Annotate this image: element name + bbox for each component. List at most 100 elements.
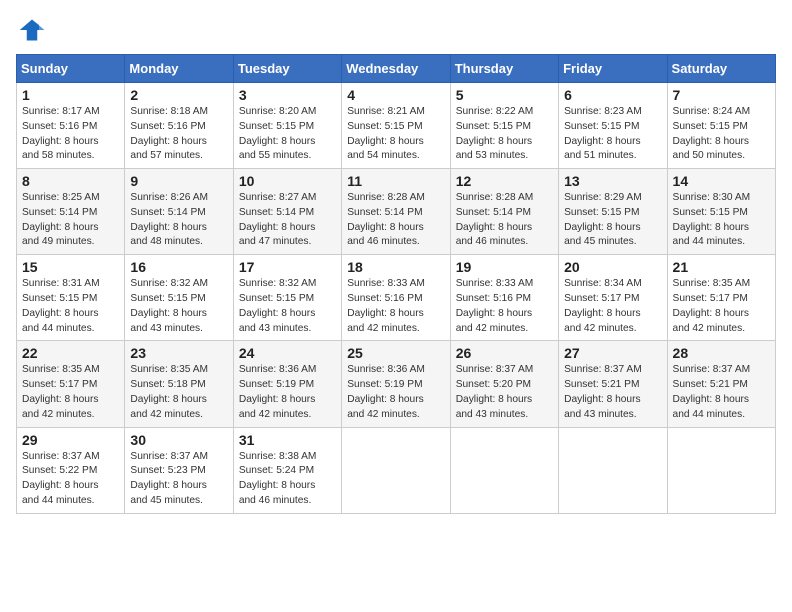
calendar-week-row: 22Sunrise: 8:35 AM Sunset: 5:17 PM Dayli… xyxy=(17,341,776,427)
day-number: 6 xyxy=(564,87,661,103)
calendar-day-cell: 26 Sunrise: 8:37 AM Sunset: 5:20 PM Dayli… xyxy=(450,341,558,427)
calendar-day-cell: 10 Sunrise: 8:27 AM Sunset: 5:14 PM Dayli… xyxy=(233,169,341,255)
calendar-day-cell: 15 Sunrise: 8:31 AM Sunset: 5:15 PM Dayli… xyxy=(17,255,125,341)
empty-cell xyxy=(450,427,558,513)
calendar-week-row: 8 Sunrise: 8:25 AM Sunset: 5:14 PM Daylig… xyxy=(17,169,776,255)
day-number: 29 xyxy=(22,432,119,448)
day-number: 7 xyxy=(673,87,770,103)
weekday-header: Tuesday xyxy=(233,55,341,83)
calendar-day-cell: 31 Sunrise: 8:38 AM Sunset: 5:24 PM Dayli… xyxy=(233,427,341,513)
calendar-day-cell: 1 Sunrise: 8:17 AM Sunset: 5:16 PM Daylig… xyxy=(17,83,125,169)
calendar-week-row: 1 Sunrise: 8:17 AM Sunset: 5:16 PM Daylig… xyxy=(17,83,776,169)
calendar-day-cell: 6Sunrise: 8:23 AM Sunset: 5:15 PM Daylig… xyxy=(559,83,667,169)
calendar-day-cell: 5Sunrise: 8:22 AM Sunset: 5:15 PM Daylig… xyxy=(450,83,558,169)
calendar-day-cell: 24 Sunrise: 8:36 AM Sunset: 5:19 PM Dayli… xyxy=(233,341,341,427)
calendar-day-cell: 4 Sunrise: 8:21 AM Sunset: 5:15 PM Daylig… xyxy=(342,83,450,169)
day-info: Sunrise: 8:21 AM Sunset: 5:15 PM Dayligh… xyxy=(347,105,444,164)
calendar-day-cell: 28 Sunrise: 8:37 AM Sunset: 5:21 PM Dayli… xyxy=(667,341,775,427)
day-number: 17 xyxy=(239,259,336,275)
day-info: Sunrise: 8:31 AM Sunset: 5:15 PM Dayligh… xyxy=(22,277,119,336)
day-info: Sunrise: 8:20 AM Sunset: 5:15 PM Dayligh… xyxy=(239,105,336,164)
day-info: Sunrise: 8:34 AM Sunset: 5:17 PM Dayligh… xyxy=(564,277,661,336)
calendar-day-cell: 14 Sunrise: 8:30 AM Sunset: 5:15 PM Dayli… xyxy=(667,169,775,255)
calendar-day-cell: 21 Sunrise: 8:35 AM Sunset: 5:17 PM Dayli… xyxy=(667,255,775,341)
calendar-day-cell: 29 Sunrise: 8:37 AM Sunset: 5:22 PM Dayli… xyxy=(17,427,125,513)
page-header xyxy=(16,16,776,44)
day-number: 20 xyxy=(564,259,661,275)
day-info: Sunrise: 8:37 AM Sunset: 5:21 PM Dayligh… xyxy=(564,363,661,422)
calendar-day-cell: 3 Sunrise: 8:20 AM Sunset: 5:15 PM Daylig… xyxy=(233,83,341,169)
day-number: 3 xyxy=(239,87,336,103)
day-info: Sunrise: 8:37 AM Sunset: 5:20 PM Dayligh… xyxy=(456,363,553,422)
day-info: Sunrise: 8:17 AM Sunset: 5:16 PM Dayligh… xyxy=(22,105,119,164)
day-number: 16 xyxy=(130,259,227,275)
calendar-day-cell: 20 Sunrise: 8:34 AM Sunset: 5:17 PM Dayli… xyxy=(559,255,667,341)
day-info: Sunrise: 8:28 AM Sunset: 5:14 PM Dayligh… xyxy=(456,191,553,250)
calendar-day-cell: 19 Sunrise: 8:33 AM Sunset: 5:16 PM Dayli… xyxy=(450,255,558,341)
day-info: Sunrise: 8:36 AM Sunset: 5:19 PM Dayligh… xyxy=(239,363,336,422)
weekday-header: Saturday xyxy=(667,55,775,83)
calendar-day-cell: 11 Sunrise: 8:28 AM Sunset: 5:14 PM Dayli… xyxy=(342,169,450,255)
day-info: Sunrise: 8:24 AM Sunset: 5:15 PM Dayligh… xyxy=(673,105,770,164)
day-info: Sunrise: 8:25 AM Sunset: 5:14 PM Dayligh… xyxy=(22,191,119,250)
day-info: Sunrise: 8:35 AM Sunset: 5:17 PM Dayligh… xyxy=(673,277,770,336)
day-info: Sunrise: 8:18 AM Sunset: 5:16 PM Dayligh… xyxy=(130,105,227,164)
day-number: 28 xyxy=(673,345,770,361)
day-info: Sunrise: 8:37 AM Sunset: 5:23 PM Dayligh… xyxy=(130,450,227,509)
day-number: 21 xyxy=(673,259,770,275)
calendar-day-cell: 30 Sunrise: 8:37 AM Sunset: 5:23 PM Dayli… xyxy=(125,427,233,513)
day-info: Sunrise: 8:36 AM Sunset: 5:19 PM Dayligh… xyxy=(347,363,444,422)
weekday-header: Friday xyxy=(559,55,667,83)
day-info: Sunrise: 8:33 AM Sunset: 5:16 PM Dayligh… xyxy=(347,277,444,336)
calendar-day-cell: 8 Sunrise: 8:25 AM Sunset: 5:14 PM Daylig… xyxy=(17,169,125,255)
calendar-day-cell: 18Sunrise: 8:33 AM Sunset: 5:16 PM Dayli… xyxy=(342,255,450,341)
day-number: 31 xyxy=(239,432,336,448)
day-info: Sunrise: 8:37 AM Sunset: 5:22 PM Dayligh… xyxy=(22,450,119,509)
day-number: 4 xyxy=(347,87,444,103)
day-number: 15 xyxy=(22,259,119,275)
calendar-day-cell: 22Sunrise: 8:35 AM Sunset: 5:17 PM Dayli… xyxy=(17,341,125,427)
calendar-day-cell: 9 Sunrise: 8:26 AM Sunset: 5:14 PM Daylig… xyxy=(125,169,233,255)
calendar-day-cell: 16 Sunrise: 8:32 AM Sunset: 5:15 PM Dayli… xyxy=(125,255,233,341)
day-number: 1 xyxy=(22,87,119,103)
calendar-day-cell: 27 Sunrise: 8:37 AM Sunset: 5:21 PM Dayli… xyxy=(559,341,667,427)
day-number: 26 xyxy=(456,345,553,361)
calendar-day-cell: 12 Sunrise: 8:28 AM Sunset: 5:14 PM Dayli… xyxy=(450,169,558,255)
day-info: Sunrise: 8:35 AM Sunset: 5:18 PM Dayligh… xyxy=(130,363,227,422)
day-number: 12 xyxy=(456,173,553,189)
day-number: 8 xyxy=(22,173,119,189)
day-info: Sunrise: 8:22 AM Sunset: 5:15 PM Dayligh… xyxy=(456,105,553,164)
day-number: 19 xyxy=(456,259,553,275)
weekday-header: Thursday xyxy=(450,55,558,83)
calendar-table: SundayMondayTuesdayWednesdayThursdayFrid… xyxy=(16,54,776,514)
logo-icon xyxy=(16,16,48,44)
day-number: 23 xyxy=(130,345,227,361)
day-number: 27 xyxy=(564,345,661,361)
calendar-day-cell: 17 Sunrise: 8:32 AM Sunset: 5:15 PM Dayli… xyxy=(233,255,341,341)
weekday-header: Wednesday xyxy=(342,55,450,83)
day-number: 10 xyxy=(239,173,336,189)
calendar-day-cell: 7 Sunrise: 8:24 AM Sunset: 5:15 PM Daylig… xyxy=(667,83,775,169)
day-number: 24 xyxy=(239,345,336,361)
day-number: 11 xyxy=(347,173,444,189)
day-info: Sunrise: 8:37 AM Sunset: 5:21 PM Dayligh… xyxy=(673,363,770,422)
day-number: 9 xyxy=(130,173,227,189)
calendar-day-cell: 2Sunrise: 8:18 AM Sunset: 5:16 PM Daylig… xyxy=(125,83,233,169)
calendar-day-cell: 13Sunrise: 8:29 AM Sunset: 5:15 PM Dayli… xyxy=(559,169,667,255)
day-info: Sunrise: 8:26 AM Sunset: 5:14 PM Dayligh… xyxy=(130,191,227,250)
day-number: 30 xyxy=(130,432,227,448)
day-info: Sunrise: 8:38 AM Sunset: 5:24 PM Dayligh… xyxy=(239,450,336,509)
day-info: Sunrise: 8:30 AM Sunset: 5:15 PM Dayligh… xyxy=(673,191,770,250)
day-info: Sunrise: 8:27 AM Sunset: 5:14 PM Dayligh… xyxy=(239,191,336,250)
day-info: Sunrise: 8:32 AM Sunset: 5:15 PM Dayligh… xyxy=(239,277,336,336)
day-info: Sunrise: 8:32 AM Sunset: 5:15 PM Dayligh… xyxy=(130,277,227,336)
empty-cell xyxy=(342,427,450,513)
empty-cell xyxy=(559,427,667,513)
logo xyxy=(16,16,52,44)
day-info: Sunrise: 8:33 AM Sunset: 5:16 PM Dayligh… xyxy=(456,277,553,336)
calendar-week-row: 29 Sunrise: 8:37 AM Sunset: 5:22 PM Dayli… xyxy=(17,427,776,513)
day-info: Sunrise: 8:28 AM Sunset: 5:14 PM Dayligh… xyxy=(347,191,444,250)
day-number: 14 xyxy=(673,173,770,189)
empty-cell xyxy=(667,427,775,513)
day-number: 22 xyxy=(22,345,119,361)
